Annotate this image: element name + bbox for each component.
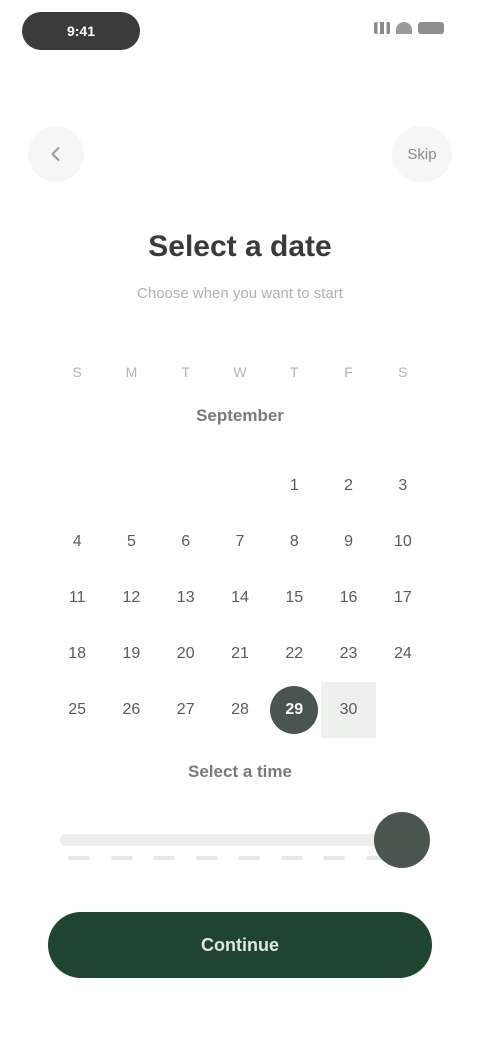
day-cell[interactable]: 30 [321, 682, 376, 738]
day-cell[interactable]: 26 [104, 682, 158, 738]
weekday-label: F [344, 364, 353, 380]
slider-track[interactable] [60, 834, 400, 846]
slider-thumb[interactable] [374, 812, 430, 868]
day-cell[interactable]: 14 [213, 570, 267, 626]
day-cell[interactable]: 20 [159, 626, 213, 682]
day-cell[interactable]: 19 [104, 626, 158, 682]
weekday-label: T [290, 364, 299, 380]
day-cell[interactable]: 27 [159, 682, 213, 738]
day-cell-empty [50, 458, 104, 514]
day-cell[interactable]: 15 [267, 570, 321, 626]
status-time: 9:41 [22, 12, 140, 50]
day-cell[interactable]: 3 [376, 458, 430, 514]
day-cell[interactable]: 16 [321, 570, 375, 626]
day-cell[interactable]: 24 [376, 626, 430, 682]
day-cell-selected[interactable]: 29 [267, 682, 321, 738]
weekday-label: S [398, 364, 408, 380]
continue-button[interactable]: Continue [48, 912, 432, 978]
day-cell[interactable]: 22 [267, 626, 321, 682]
day-cell[interactable]: 4 [50, 514, 104, 570]
selected-day-circle: 29 [270, 686, 319, 734]
back-button[interactable] [28, 126, 84, 182]
day-cell[interactable]: 8 [267, 514, 321, 570]
day-cell[interactable]: 25 [50, 682, 104, 738]
day-cell[interactable]: 2 [321, 458, 375, 514]
day-cell[interactable]: 21 [213, 626, 267, 682]
time-slider[interactable] [60, 812, 430, 868]
skip-button[interactable]: Skip [392, 126, 452, 182]
day-cell[interactable]: 5 [104, 514, 158, 570]
day-cell[interactable]: 10 [376, 514, 430, 570]
day-cell-empty [104, 458, 158, 514]
weekday-label: S [72, 364, 82, 380]
nav-bar: Skip [0, 118, 480, 190]
weekday-header: SMTWTFS [50, 364, 430, 380]
calendar-grid: 1 2 3 4 5 6 7 8 9 10 11 12 13 14 15 16 17 18 19 20 21 22 23 24 2… [50, 458, 430, 738]
status-icons [374, 22, 444, 34]
day-cell[interactable]: 11 [50, 570, 104, 626]
weekday-label: W [233, 364, 247, 380]
day-cell[interactable]: 9 [321, 514, 375, 570]
signal-icon [374, 22, 390, 34]
day-cell-empty [213, 458, 267, 514]
page-title: Select a date [148, 230, 332, 263]
time-label: Select a time [188, 762, 292, 781]
month-label: September [196, 406, 284, 425]
day-cell[interactable]: 28 [213, 682, 267, 738]
page-subtitle: Choose when you want to start [137, 285, 343, 302]
day-cell[interactable]: 13 [159, 570, 213, 626]
day-cell[interactable]: 23 [321, 626, 375, 682]
slider-ticks [68, 856, 388, 860]
day-cell[interactable]: 1 [267, 458, 321, 514]
day-cell[interactable]: 7 [213, 514, 267, 570]
day-cell-empty [159, 458, 213, 514]
day-cell[interactable]: 6 [159, 514, 213, 570]
day-cell[interactable]: 12 [104, 570, 158, 626]
day-cell[interactable]: 18 [50, 626, 104, 682]
weekday-label: T [181, 364, 190, 380]
battery-icon [418, 22, 444, 34]
day-cell[interactable]: 17 [376, 570, 430, 626]
day-cell-empty [376, 682, 430, 738]
wifi-icon [396, 22, 412, 34]
status-bar: 9:41 [0, 0, 480, 64]
weekday-label: M [125, 364, 138, 380]
chevron-left-icon [51, 147, 60, 161]
